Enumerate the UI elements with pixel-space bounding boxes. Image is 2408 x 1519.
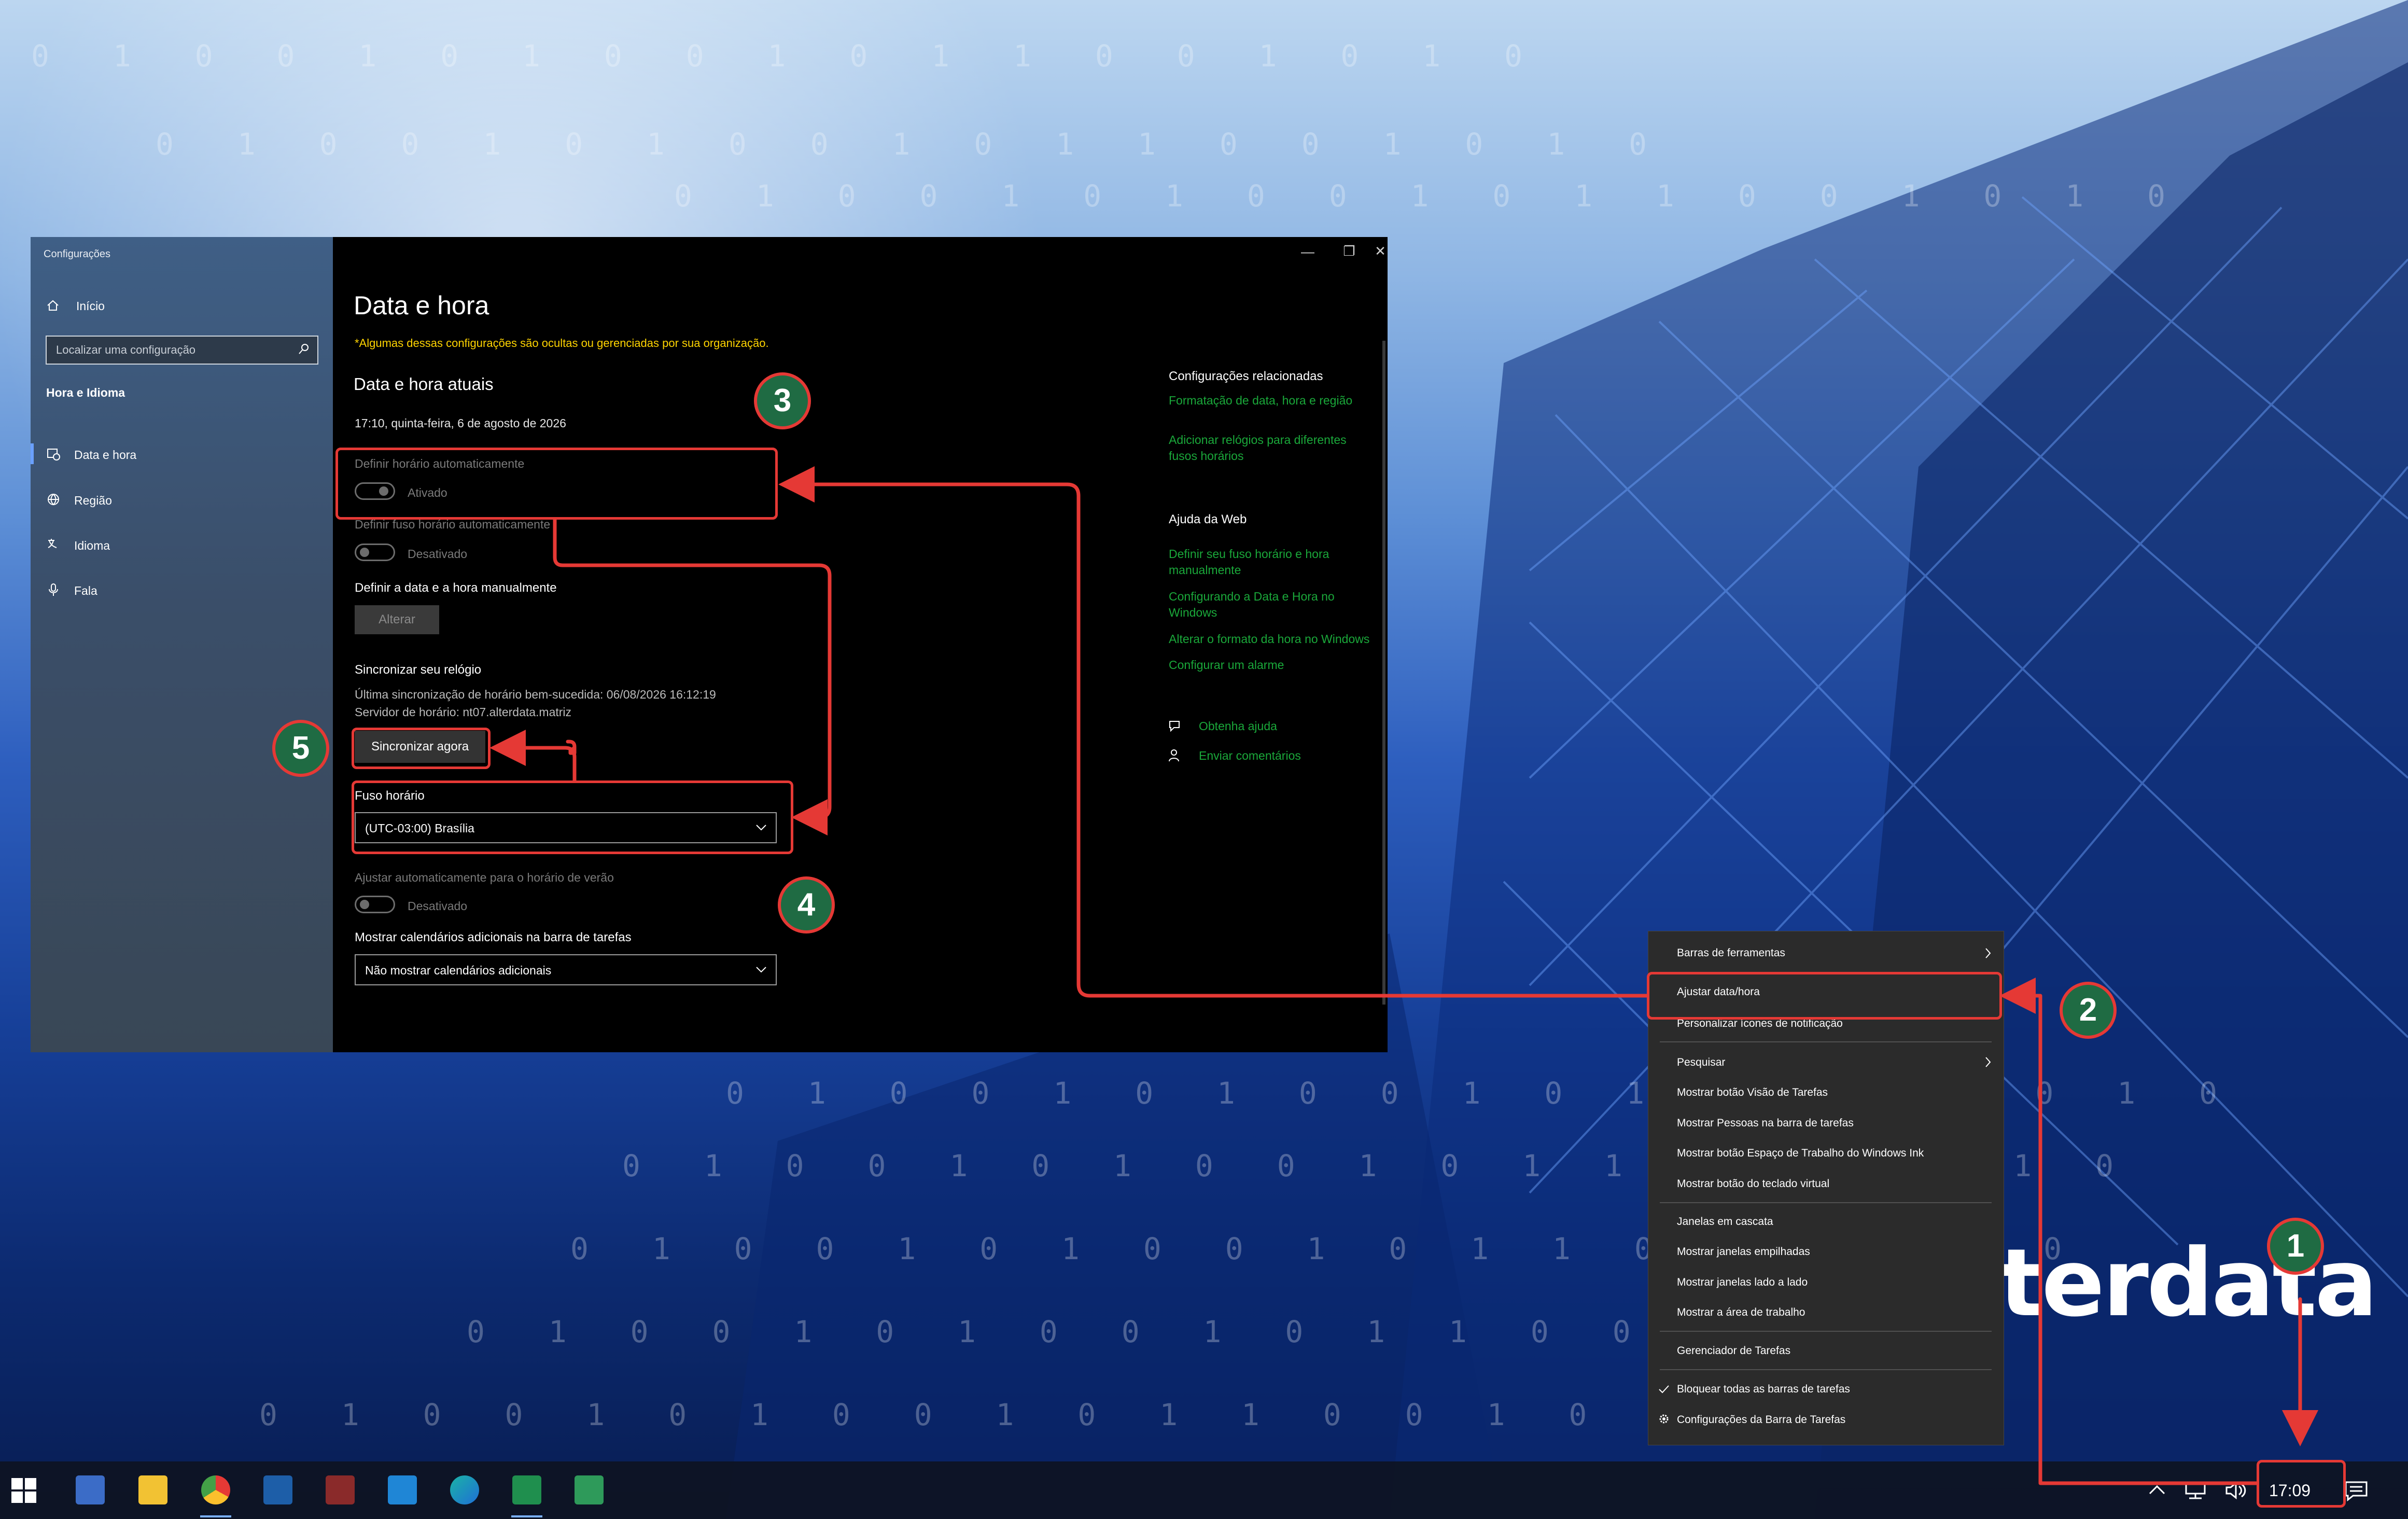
step-badge-3: 3 — [754, 372, 811, 429]
step-badge-5: 5 — [272, 720, 329, 777]
step-badge-1: 1 — [2267, 1218, 2324, 1275]
step-badge-4: 4 — [778, 876, 835, 933]
annotation-arrows — [489, 466, 2318, 1485]
step-badge-2: 2 — [2060, 982, 2117, 1039]
